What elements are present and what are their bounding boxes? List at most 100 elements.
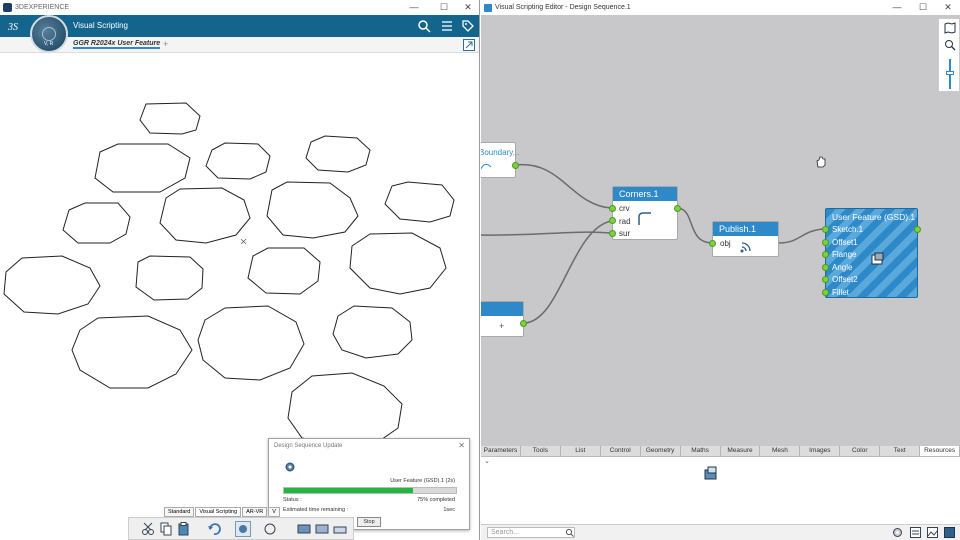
compass-play-icon[interactable]: [42, 27, 56, 41]
remaining-value: 1sec: [443, 507, 455, 513]
tab-visual-scripting[interactable]: Visual Scripting: [195, 507, 242, 517]
workbench-icon-2[interactable]: [315, 522, 329, 536]
image-view-icon[interactable]: [927, 527, 938, 538]
corners-port-crv-label: crv: [619, 204, 630, 213]
uf-port-flange-label: Flange: [832, 250, 857, 259]
palette-search-input[interactable]: Search...: [487, 527, 575, 538]
node-partial-plus[interactable]: +: [499, 321, 504, 331]
dialog-item-name: User Feature (GSD).1 (2s): [390, 478, 455, 484]
hexagon-shape: [197, 305, 305, 381]
editor-icon: [484, 3, 492, 12]
compass-label: V, R: [44, 41, 54, 47]
dialog-title: Design Sequence Update: [274, 443, 343, 449]
editor-status-bar: Search...: [481, 524, 960, 540]
uf-port-sketch-label: Sketch.1: [832, 225, 864, 234]
palette-tab-list[interactable]: List: [561, 446, 601, 456]
tab-standard[interactable]: Standard: [164, 507, 195, 517]
stop-button[interactable]: Stop: [357, 517, 381, 527]
workbench-icon-3[interactable]: [333, 522, 347, 536]
palette-tab-measure[interactable]: Measure: [721, 446, 761, 456]
uf-port-offset2-label: Offset2: [832, 275, 858, 284]
add-tab-button[interactable]: +: [163, 39, 168, 49]
palette-tab-parameters[interactable]: Parameters: [481, 446, 521, 456]
uf-input-offset1-port[interactable]: [822, 239, 829, 246]
palette-tab-resources[interactable]: Resources: [920, 446, 960, 456]
node-corners[interactable]: Corners.1 crv rad sur: [609, 186, 681, 240]
status-value: 75% completed: [417, 497, 455, 503]
uf-input-sketch-port[interactable]: [822, 226, 829, 233]
partial-output-port[interactable]: [520, 320, 527, 327]
uf-input-flange-port[interactable]: [822, 251, 829, 258]
uf-input-offset2-port[interactable]: [822, 276, 829, 283]
copy-icon[interactable]: [159, 522, 173, 536]
app-name: Visual Scripting: [73, 21, 128, 30]
settings-icon[interactable]: [892, 527, 903, 538]
progress-fill: [284, 488, 413, 493]
corners-input-crv-port[interactable]: [609, 205, 616, 212]
corners-input-rad-port[interactable]: [609, 217, 616, 224]
editor-minimize-button[interactable]: —: [885, 0, 909, 15]
minimize-button[interactable]: —: [402, 0, 426, 15]
wire: [515, 163, 612, 209]
palette-tab-images[interactable]: Images: [800, 446, 841, 456]
publish-input-obj-port[interactable]: [709, 240, 716, 247]
app-header: 3S Visual Scripting: [0, 15, 479, 37]
node-boundary[interactable]: Boundary...: [481, 142, 519, 178]
hexagon-shape: [305, 135, 371, 173]
node-publish-title: Publish.1: [713, 222, 778, 236]
tab-more[interactable]: V: [268, 507, 280, 517]
corners-input-sur-port[interactable]: [609, 230, 616, 237]
resource-item-icon[interactable]: [703, 465, 719, 481]
corners-port-rad-label: rad: [619, 217, 631, 226]
update-icon[interactable]: [235, 521, 251, 537]
uf-output-port[interactable]: [914, 226, 921, 233]
progress-bar: [283, 487, 457, 494]
search-small-icon[interactable]: [565, 528, 574, 537]
wire: [778, 228, 826, 244]
compass-widget[interactable]: V, R: [30, 15, 68, 53]
search-icon[interactable]: [417, 19, 431, 33]
corners-output-port[interactable]: [674, 205, 681, 212]
right-titlebar: Visual Scripting Editor - Design Sequenc…: [481, 0, 960, 15]
node-partial[interactable]: +: [481, 301, 527, 337]
maximize-button[interactable]: ☐: [432, 0, 456, 15]
user-feature-icon: [871, 252, 884, 265]
zoom-icon[interactable]: [944, 39, 956, 51]
undo-icon[interactable]: [207, 522, 221, 536]
expand-icon[interactable]: [463, 39, 475, 51]
view-icon[interactable]: [263, 522, 277, 536]
palette-tab-color[interactable]: Color: [840, 446, 881, 456]
tab-user-feature[interactable]: GGR R2024x User Feature: [73, 40, 161, 49]
dialog-close-icon[interactable]: ✕: [458, 441, 465, 450]
palette-body: ⌄: [481, 456, 960, 524]
zoom-slider-thumb[interactable]: [946, 71, 954, 75]
palette-tab-maths[interactable]: Maths: [681, 446, 721, 456]
svg-text:3S: 3S: [7, 22, 18, 33]
ds-brand-icon: 3S: [7, 22, 18, 33]
close-button[interactable]: ✕: [456, 0, 479, 15]
collapse-chevron-icon[interactable]: ⌄: [484, 457, 490, 465]
map-icon[interactable]: [944, 22, 956, 34]
workbench-icon-1[interactable]: [297, 522, 311, 536]
node-publish[interactable]: Publish.1 obj: [709, 221, 779, 257]
list-view-icon[interactable]: [910, 527, 921, 538]
uf-input-fillet-port[interactable]: [822, 289, 829, 296]
boundary-output-port[interactable]: [512, 162, 519, 169]
palette-tab-mesh[interactable]: Mesh: [760, 446, 801, 456]
tab-ar-vr[interactable]: AR-VR: [242, 507, 268, 517]
paste-icon[interactable]: [177, 522, 191, 536]
uf-input-angle-port[interactable]: [822, 264, 829, 271]
editor-close-button[interactable]: ✕: [936, 0, 960, 15]
tag-icon[interactable]: [461, 19, 475, 33]
menu-icon[interactable]: [440, 19, 454, 33]
palette-tab-control[interactable]: Control: [601, 446, 641, 456]
palette-tab-geometry[interactable]: Geometry: [641, 446, 681, 456]
cut-icon[interactable]: [141, 522, 155, 536]
panel-toggle-icon[interactable]: [944, 527, 955, 538]
palette-tab-tools[interactable]: Tools: [521, 446, 561, 456]
node-user-feature[interactable]: User Feature (GSD).1 Sketch.1 Offset1 Fl…: [822, 208, 921, 298]
editor-maximize-button[interactable]: ☐: [911, 0, 935, 15]
hexagon-shape: [205, 142, 271, 180]
palette-tab-text[interactable]: Text: [880, 446, 921, 456]
hexagon-shape: [3, 255, 101, 315]
